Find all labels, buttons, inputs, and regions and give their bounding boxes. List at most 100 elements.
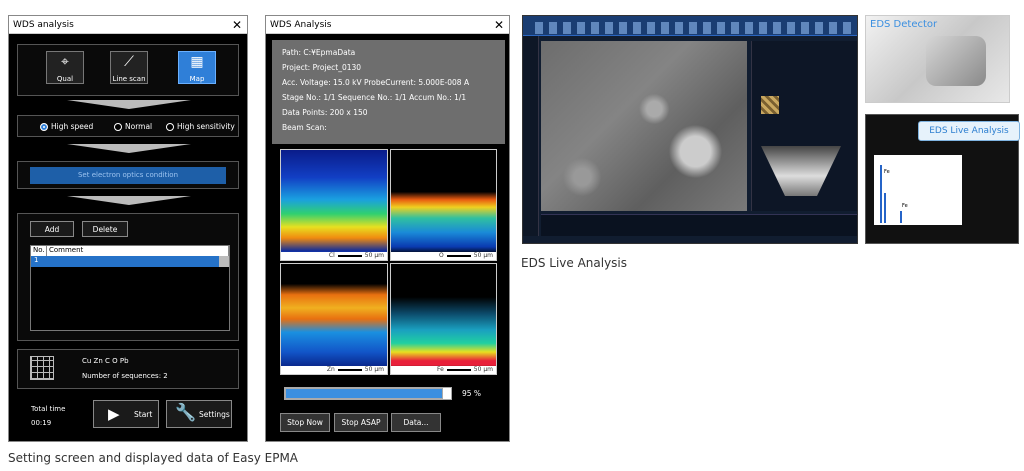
map-element: Zn xyxy=(326,366,335,373)
map-cl: Cl 50 µm xyxy=(280,149,388,261)
spectrum-plot: Fe Fe xyxy=(874,155,962,225)
col-comment: Comment xyxy=(47,246,229,256)
condition-panel: Set electron optics condition xyxy=(17,161,239,189)
eds-left-sidebar xyxy=(523,36,539,236)
info-project: Project: Project_0130 xyxy=(282,63,362,72)
table-row[interactable]: 1 xyxy=(31,256,229,267)
eds-sample-thumbnail xyxy=(761,96,779,114)
radio-label: High speed xyxy=(51,122,94,131)
add-button[interactable]: Add xyxy=(30,221,74,237)
peak-label: Fe xyxy=(884,169,890,175)
eds-software-screenshot xyxy=(522,15,858,244)
spectrum-peak xyxy=(884,193,886,223)
elements-text: Cu Zn C O Pb xyxy=(82,357,129,365)
map-zn: Zn 50 µm xyxy=(280,263,388,375)
map-scale: 50 µm xyxy=(364,252,384,259)
map-icon: ▦ xyxy=(190,54,204,70)
map-scale: 50 µm xyxy=(473,366,493,373)
scale-bar xyxy=(337,254,362,257)
col-no: No. xyxy=(31,246,47,256)
eds-caption: EDS Live Analysis xyxy=(521,256,628,270)
scale-bar xyxy=(446,254,471,257)
scale-bar xyxy=(337,368,362,371)
qual-icon: ⌖ xyxy=(61,54,69,70)
window-titlebar: WDS analysis ✕ xyxy=(9,16,247,34)
table-scrollbar[interactable] xyxy=(219,256,229,267)
speed-panel: High speed Normal High sensitivity xyxy=(17,115,239,137)
row-comment xyxy=(47,256,219,267)
map-caption: Cl 50 µm xyxy=(281,252,387,260)
qual-label: Qual xyxy=(56,75,74,83)
set-electron-optics-button[interactable]: Set electron optics condition xyxy=(30,167,226,184)
map-o: O 50 µm xyxy=(390,149,497,261)
sequence-count-text: Number of sequences: 2 xyxy=(82,372,168,380)
wds-analysis-window: WDS analysis ✕ ⌖ ⟋ ▦ Qual Line scan Map … xyxy=(8,15,248,442)
total-time-value: 00:19 xyxy=(31,419,52,427)
info-panel: Path: C:¥EpmaData Project: Project_0130 … xyxy=(272,40,505,144)
info-stage: Stage No.: 1/1 Sequence No.: 1/1 Accum N… xyxy=(282,93,467,102)
map-caption: Zn 50 µm xyxy=(281,366,387,374)
info-voltage: Acc. Voltage: 15.0 kV ProbeCurrent: 5.00… xyxy=(282,78,470,87)
start-label: Start xyxy=(134,410,153,419)
progress-track xyxy=(284,387,452,400)
wrench-icon: 🔧 xyxy=(175,403,197,423)
start-button[interactable]: ▶ Start xyxy=(93,400,159,428)
high-sensitivity-radio[interactable]: High sensitivity xyxy=(166,122,235,131)
line-scan-label: Line scan xyxy=(112,75,146,83)
detector-body xyxy=(926,36,986,86)
progress-fill xyxy=(285,388,443,399)
total-time-label: Total time xyxy=(31,405,66,413)
row-no: 1 xyxy=(34,256,39,264)
radio-label: Normal xyxy=(125,122,153,131)
radio-label: High sensitivity xyxy=(177,122,235,131)
normal-radio[interactable]: Normal xyxy=(114,122,152,131)
eds-toolbar-icons xyxy=(535,22,855,34)
scale-bar xyxy=(446,368,471,371)
map-element: Cl xyxy=(328,252,335,259)
flow-arrow xyxy=(67,100,191,109)
progress-percent: 95 % xyxy=(462,389,482,398)
sem-image xyxy=(541,41,747,211)
stop-asap-button[interactable]: Stop ASAP xyxy=(334,413,388,432)
summary-panel: Cu Zn C O Pb Number of sequences: 2 xyxy=(17,349,239,389)
spectrum-peak xyxy=(880,165,882,223)
window-titlebar: WDS Analysis ✕ xyxy=(266,16,509,34)
radio-dot xyxy=(40,122,48,131)
radio-dot xyxy=(166,122,174,131)
radio-dot xyxy=(114,122,122,131)
info-path: Path: C:¥EpmaData xyxy=(282,48,356,57)
mode-panel: ⌖ ⟋ ▦ Qual Line scan Map xyxy=(17,44,239,96)
map-caption: Fe 50 µm xyxy=(391,366,496,374)
map-fe: Fe 50 µm xyxy=(390,263,497,375)
peak-label: Fe xyxy=(902,203,908,209)
data-button[interactable]: Data... xyxy=(391,413,441,432)
flow-arrow xyxy=(67,144,191,153)
window-title: WDS analysis xyxy=(13,20,74,30)
map-scale: 50 µm xyxy=(364,366,384,373)
map-caption: O 50 µm xyxy=(391,252,496,260)
window-title: WDS Analysis xyxy=(270,20,332,30)
flow-arrow xyxy=(67,196,191,205)
sequence-panel: Add Delete No. Comment 1 xyxy=(17,213,239,341)
map-element: O xyxy=(439,252,444,259)
sequence-table: No. Comment 1 xyxy=(30,245,230,331)
close-icon[interactable]: ✕ xyxy=(232,16,242,34)
map-label: Map xyxy=(189,75,205,83)
eds-detector-photo: EDS Detector xyxy=(865,15,1010,103)
line-scan-icon: ⟋ xyxy=(124,54,134,70)
high-speed-radio[interactable]: High speed xyxy=(40,122,93,131)
play-icon: ▶ xyxy=(108,405,120,423)
info-beam: Beam Scan: xyxy=(282,123,327,132)
table-header: No. Comment xyxy=(31,246,229,256)
delete-button[interactable]: Delete xyxy=(82,221,128,237)
eds-live-callout: EDS Live Analysis xyxy=(918,121,1020,141)
wds-analysis-data-window: WDS Analysis ✕ Path: C:¥EpmaData Project… xyxy=(265,15,510,442)
detector-label: EDS Detector xyxy=(870,19,938,30)
stop-now-button[interactable]: Stop Now xyxy=(280,413,330,432)
settings-label: Settings xyxy=(199,410,230,419)
eds-status-bar xyxy=(541,214,857,236)
settings-button[interactable]: 🔧 Settings xyxy=(166,400,232,428)
close-icon[interactable]: ✕ xyxy=(494,16,504,34)
map-scale: 50 µm xyxy=(473,252,493,259)
info-points: Data Points: 200 x 150 xyxy=(282,108,368,117)
